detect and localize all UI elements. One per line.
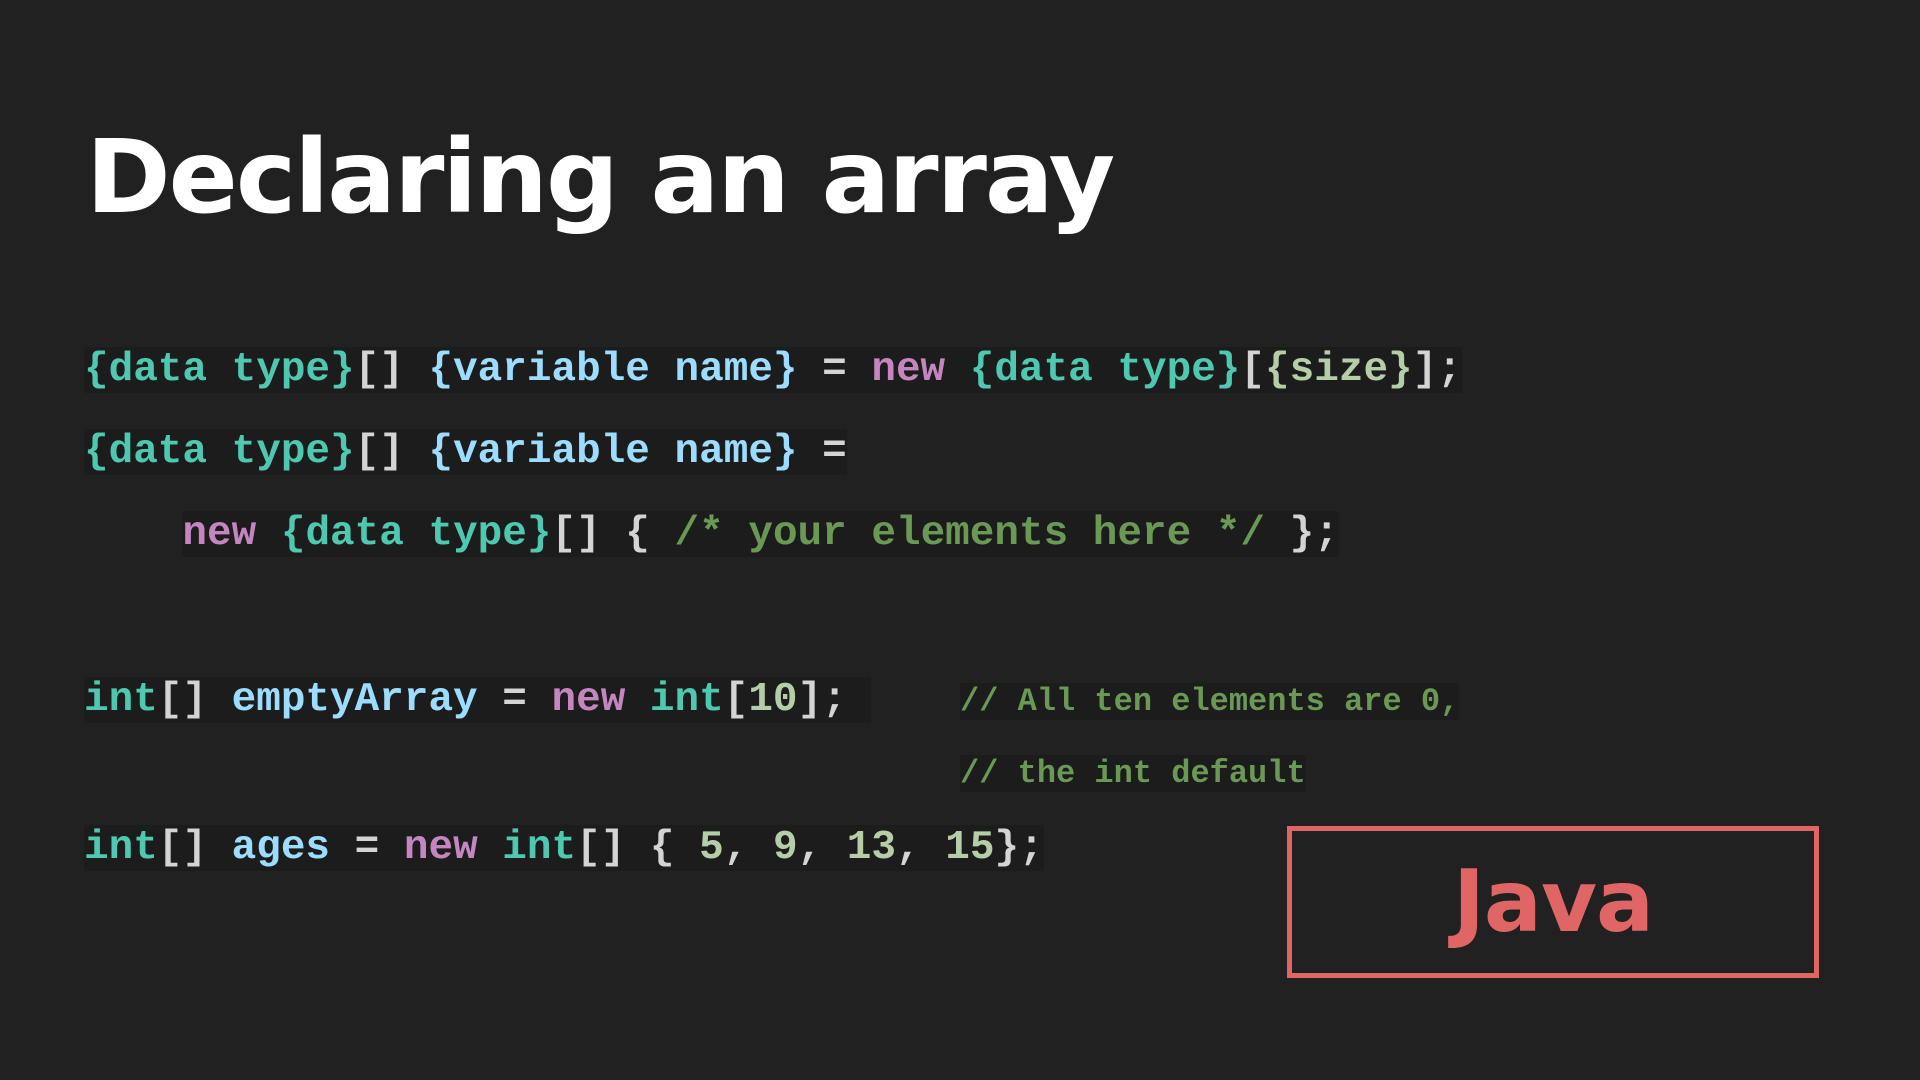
variable-token: emptyArray — [231, 677, 478, 723]
code-line: int[] emptyArray = new int[10]; — [84, 672, 872, 728]
code-line: {data type}[] {variable name} = — [84, 424, 847, 480]
type-token: int — [649, 677, 724, 723]
punctuation-token — [256, 511, 281, 557]
punctuation-token: , — [896, 825, 946, 871]
punctuation-token: ]; — [1412, 347, 1462, 393]
type-token: {data type} — [84, 347, 355, 393]
keyword-token: new — [403, 825, 478, 871]
type-token: int — [84, 677, 158, 723]
punctuation-token: = — [797, 429, 847, 475]
number-token: 9 — [772, 825, 798, 871]
punctuation-token: [ — [1240, 347, 1266, 393]
punctuation-token — [625, 677, 650, 723]
keyword-token: new — [871, 347, 946, 393]
punctuation-token: = — [477, 677, 552, 723]
slide-title: Declaring an array — [86, 118, 1115, 237]
number-token: 10 — [748, 677, 798, 723]
type-token: int — [502, 825, 577, 871]
type-token: {data type} — [969, 347, 1241, 393]
comment-token: // the int default — [960, 755, 1306, 792]
punctuation-token: [] — [157, 677, 232, 723]
code-line: {data type}[] {variable name} = new {dat… — [84, 342, 1462, 398]
comment-token: /* your elements here */ — [674, 511, 1266, 557]
code-line: new {data type}[] { /* your elements her… — [84, 506, 1339, 562]
punctuation-token: ]; — [797, 677, 872, 723]
type-token: {data type} — [280, 511, 552, 557]
punctuation-token: [] — [354, 429, 429, 475]
punctuation-token — [477, 825, 503, 871]
punctuation-token — [945, 347, 970, 393]
punctuation-token: , — [723, 825, 773, 871]
punctuation-token: = — [330, 825, 404, 871]
number-token: 15 — [945, 825, 995, 871]
parameter-token: {size} — [1265, 347, 1413, 393]
code-line: int[] ages = new int[] { 5, 9, 13, 15}; — [84, 820, 1044, 876]
comment-token: // All ten elements are 0, — [960, 683, 1460, 720]
inline-comment: // the int default — [960, 746, 1306, 802]
punctuation-token: [] — [354, 347, 429, 393]
variable-token: {variable name} — [428, 347, 798, 393]
punctuation-token: [] { — [551, 511, 675, 557]
language-badge-label: Java — [1452, 852, 1654, 952]
variable-token: {variable name} — [428, 429, 798, 475]
keyword-token: new — [182, 511, 257, 557]
punctuation-token: }; — [994, 825, 1044, 871]
punctuation-token: = — [797, 347, 872, 393]
punctuation-token: [] — [157, 825, 232, 871]
type-token: int — [84, 825, 158, 871]
number-token: 13 — [846, 825, 896, 871]
punctuation-token: [ — [723, 677, 749, 723]
language-badge: Java — [1287, 826, 1819, 978]
keyword-token: new — [551, 677, 626, 723]
inline-comment: // All ten elements are 0, — [960, 674, 1460, 730]
punctuation-token: , — [797, 825, 847, 871]
number-token: 5 — [699, 825, 724, 871]
punctuation-token: [] { — [576, 825, 700, 871]
variable-token: ages — [231, 825, 331, 871]
punctuation-token: }; — [1265, 511, 1339, 557]
type-token: {data type} — [84, 429, 355, 475]
